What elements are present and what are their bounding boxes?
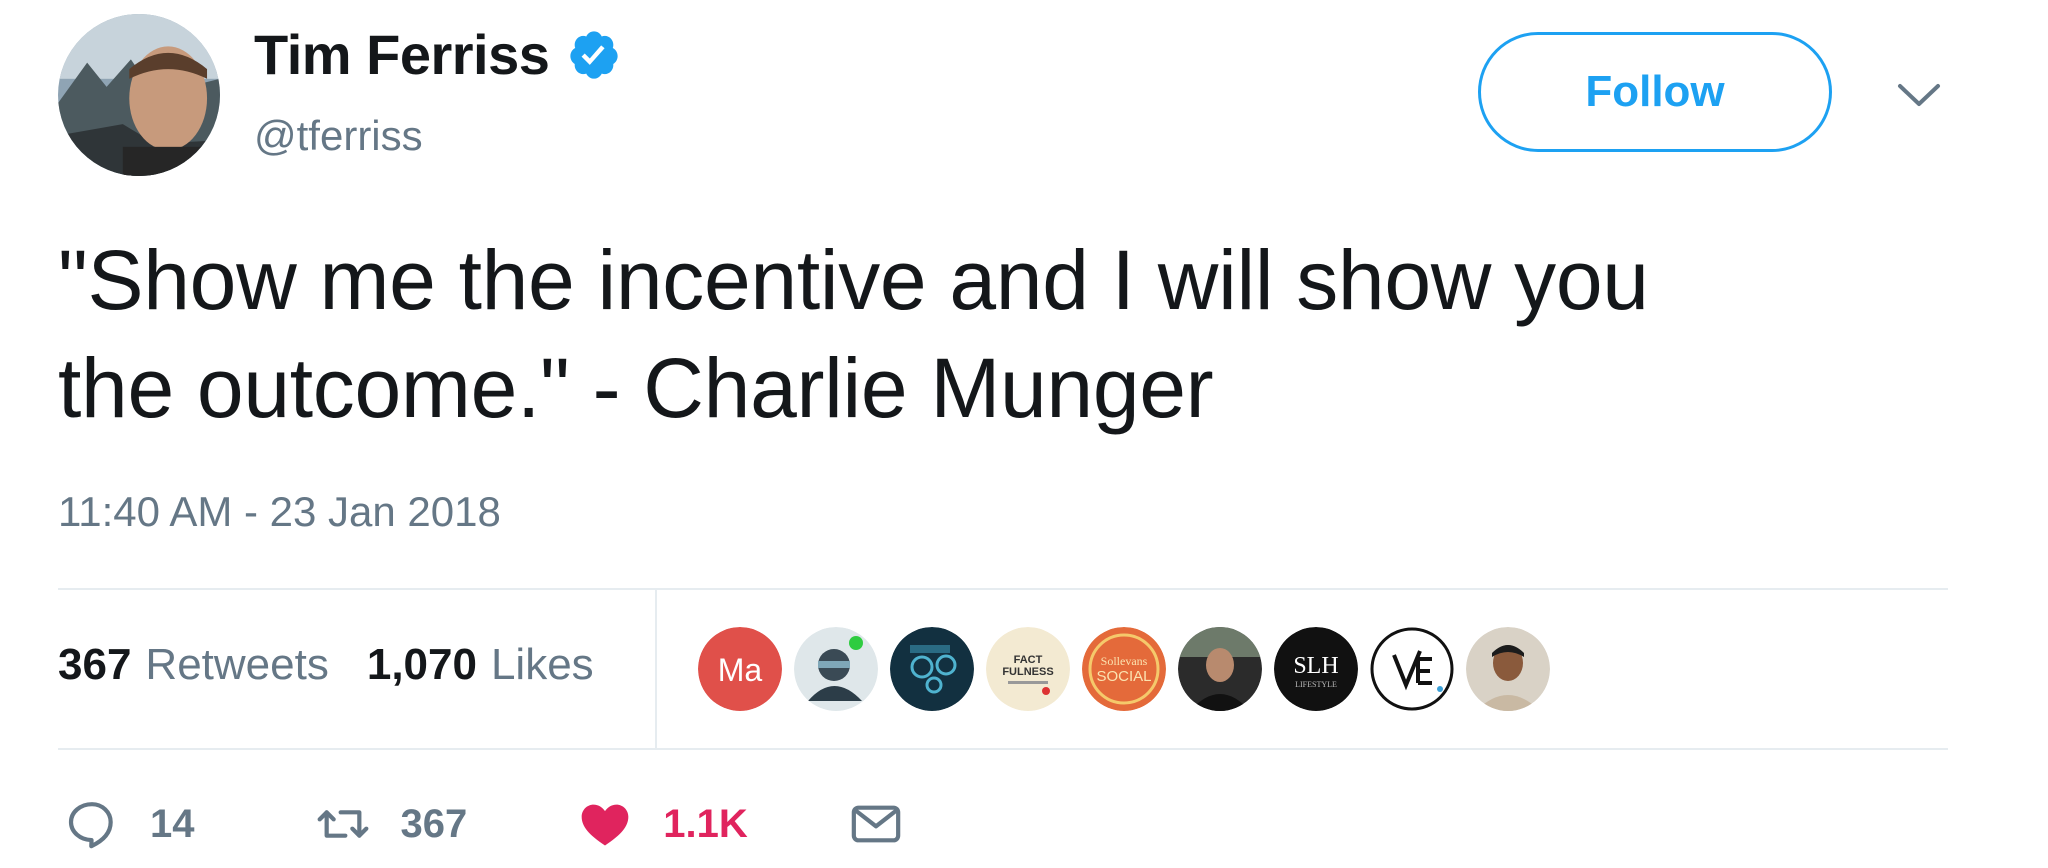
tweet-stats: 367 Retweets 1,070 Likes	[58, 640, 594, 690]
liker-label: Ma	[718, 652, 763, 688]
liker-avatar[interactable]	[890, 627, 974, 711]
profile-photo	[58, 14, 220, 176]
liker-avatar[interactable]	[1370, 627, 1454, 711]
liker-avatar[interactable]: FACT FULNESS	[986, 627, 1070, 711]
likes-label: Likes	[490, 640, 594, 689]
chevron-down-icon[interactable]	[1896, 80, 1942, 112]
liker-avatar[interactable]: Ma	[698, 627, 782, 711]
divider	[58, 748, 1948, 750]
svg-text:SLH: SLH	[1293, 653, 1338, 679]
liker-avatars: Ma FACT FULNESS Sollevans SOCIAL SLH LIF…	[698, 627, 1562, 711]
retweet-icon	[317, 810, 368, 838]
reply-icon	[68, 802, 113, 849]
tweet-actions: 14 367 1.1K	[64, 796, 904, 852]
retweets-stat[interactable]: 367 Retweets	[58, 640, 329, 690]
liker-avatar[interactable]	[794, 627, 878, 711]
author-name[interactable]: Tim Ferriss	[254, 22, 550, 87]
retweets-label: Retweets	[145, 640, 329, 689]
reply-count: 14	[150, 801, 195, 846]
liker-avatar[interactable]: Sollevans SOCIAL	[1082, 627, 1166, 711]
tweet-text: "Show me the incentive and I will show y…	[58, 226, 1958, 442]
svg-text:Sollevans: Sollevans	[1101, 654, 1148, 668]
follow-button[interactable]: Follow	[1478, 32, 1832, 152]
retweet-button[interactable]: 367	[315, 796, 468, 852]
envelope-icon	[851, 805, 901, 843]
retweets-count: 367	[58, 640, 132, 689]
like-button[interactable]: 1.1K	[577, 796, 748, 852]
author-avatar[interactable]	[58, 14, 220, 176]
tweet-card: Tim Ferriss @tferriss Follow "Show me th…	[0, 0, 2048, 868]
liker-avatar[interactable]	[1178, 627, 1262, 711]
direct-message-button[interactable]	[848, 796, 904, 852]
likes-stat[interactable]: 1,070 Likes	[367, 640, 594, 690]
svg-text:FULNESS: FULNESS	[1002, 666, 1053, 678]
divider	[58, 588, 1948, 590]
reply-button[interactable]: 14	[64, 796, 195, 852]
verified-badge-icon	[570, 30, 619, 79]
svg-text:FACT: FACT	[1014, 654, 1043, 666]
svg-text:LIFESTYLE: LIFESTYLE	[1295, 680, 1337, 689]
tweet-text-line: "Show me the incentive and I will show y…	[58, 233, 1649, 327]
retweet-count: 367	[400, 801, 468, 846]
author-name-row: Tim Ferriss	[254, 22, 621, 87]
liker-avatar[interactable]: SLH LIFESTYLE	[1274, 627, 1358, 711]
author-handle[interactable]: @tferriss	[254, 112, 423, 160]
like-count: 1.1K	[663, 801, 748, 846]
heart-icon	[581, 804, 629, 846]
divider	[655, 590, 657, 748]
svg-text:SOCIAL: SOCIAL	[1096, 668, 1151, 685]
tweet-timestamp[interactable]: 11:40 AM - 23 Jan 2018	[58, 488, 501, 536]
likes-count: 1,070	[366, 640, 477, 689]
tweet-text-line: the outcome." - Charlie Munger	[58, 341, 1214, 435]
liker-avatar[interactable]	[1466, 627, 1550, 711]
